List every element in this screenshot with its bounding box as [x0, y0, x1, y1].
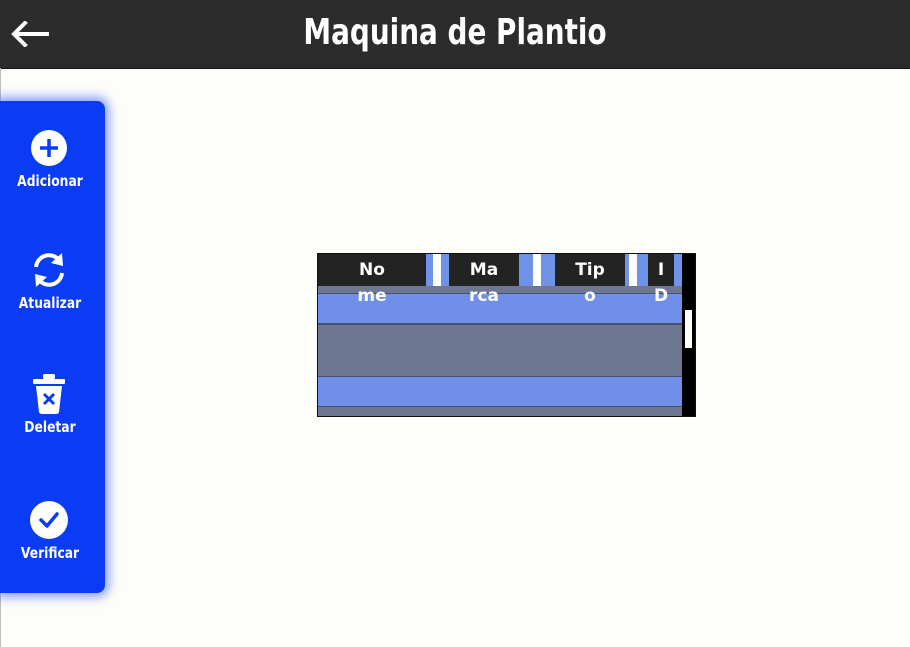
column-header-nome-line1: No — [359, 260, 385, 280]
trash-x-icon — [28, 373, 70, 415]
add-label: Adicionar — [17, 172, 83, 190]
column-header-marca-line1: Ma — [469, 260, 499, 280]
column-header-marca[interactable]: Ma rca — [449, 254, 519, 306]
refresh-icon — [28, 249, 70, 291]
scrollbar-thumb[interactable] — [685, 310, 692, 348]
column-resize-handle[interactable] — [533, 254, 541, 286]
column-header-tipo-line2: o — [584, 286, 596, 306]
table-header: No me Ma rca Tip o I D — [318, 254, 683, 306]
delete-label: Deletar — [24, 418, 76, 436]
column-header-nome-line2: me — [357, 286, 387, 306]
check-circle-icon — [28, 499, 70, 541]
column-header-id[interactable]: I D — [648, 254, 674, 306]
table-row[interactable] — [318, 324, 683, 378]
refresh-label: Atualizar — [18, 294, 82, 312]
delete-button[interactable]: Deletar — [0, 373, 100, 463]
column-resize-handle[interactable] — [433, 254, 441, 286]
verify-button[interactable]: Verificar — [0, 499, 100, 589]
page-title: Maquina de Plantio — [303, 12, 607, 53]
column-header-tipo-line1: Tip — [575, 260, 605, 280]
table-scrollbar[interactable] — [682, 254, 695, 416]
plus-circle-icon — [28, 127, 70, 169]
column-header-tipo[interactable]: Tip o — [555, 254, 625, 306]
column-header-nome[interactable]: No me — [318, 254, 426, 306]
table-row[interactable] — [318, 376, 683, 407]
sidebar: Adicionar Atualizar Deletar Verificar — [0, 101, 105, 593]
column-header-id-line2: D — [653, 286, 669, 306]
column-header-marca-line2: rca — [469, 286, 499, 306]
add-button[interactable]: Adicionar — [0, 127, 100, 217]
column-header-id-line1: I — [657, 260, 665, 280]
top-bar: Maquina de Plantio — [0, 0, 910, 69]
arrow-left-icon — [11, 21, 49, 47]
verify-label: Verificar — [20, 544, 80, 562]
refresh-button[interactable]: Atualizar — [0, 249, 100, 339]
app-window: Maquina de Plantio Adicionar Atualizar D… — [0, 0, 910, 647]
machines-table[interactable]: No me Ma rca Tip o I D — [317, 253, 696, 417]
column-resize-handle[interactable] — [629, 254, 637, 286]
back-button[interactable] — [8, 14, 54, 54]
